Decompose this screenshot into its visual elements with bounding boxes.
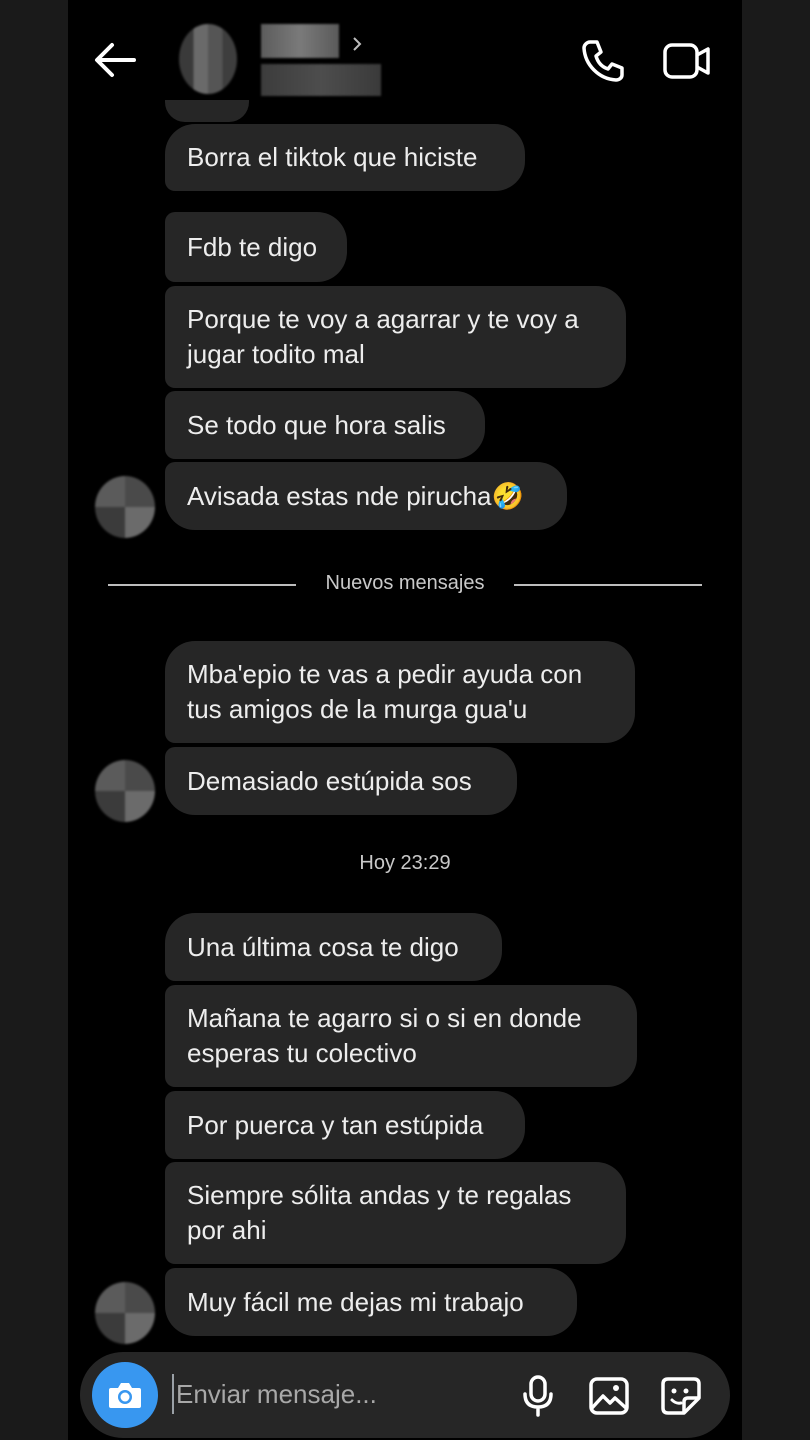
chat-screen: Borra el tiktok que hiciste Fdb te digo …	[68, 0, 742, 1440]
message-text: Avisada estas nde pirucha🤣	[187, 480, 524, 511]
sender-avatar[interactable]	[95, 1282, 155, 1344]
message-text: Porque te voy a agarrar y te voy a jugar…	[187, 304, 579, 369]
chevron-right-icon[interactable]	[351, 32, 365, 56]
message-bubble[interactable]: Por puerca y tan estúpida	[165, 1091, 525, 1159]
sender-avatar[interactable]	[95, 760, 155, 822]
sticker-icon	[661, 1377, 701, 1415]
message-text: Borra el tiktok que hiciste	[187, 142, 478, 172]
sticker-button[interactable]	[660, 1376, 702, 1416]
message-bubble[interactable]: Siempre sólita andas y te regalas por ah…	[165, 1162, 626, 1264]
microphone-icon	[523, 1375, 553, 1417]
message-text: Se todo que hora salis	[187, 409, 446, 440]
back-button[interactable]	[90, 38, 140, 82]
divider-line-right	[514, 584, 702, 586]
sender-avatar[interactable]	[95, 476, 155, 538]
microphone-button[interactable]	[520, 1374, 556, 1418]
message-text: Fdb te digo	[187, 231, 318, 262]
back-arrow-icon	[95, 43, 136, 77]
message-bubble[interactable]: Muy fácil me dejas mi trabajo	[165, 1268, 577, 1336]
message-input[interactable]	[172, 1374, 502, 1414]
message-bubble[interactable]: Una última cosa te digo	[165, 913, 502, 981]
message-text: Muy fácil me dejas mi trabajo	[187, 1286, 524, 1317]
message-bubble[interactable]: Avisada estas nde pirucha🤣	[165, 462, 567, 530]
video-camera-icon	[663, 43, 710, 79]
previous-message-stub	[165, 100, 249, 122]
message-text: Una última cosa te digo	[187, 931, 459, 962]
right-frame-band	[742, 0, 810, 1440]
message-bubble[interactable]: Porque te voy a agarrar y te voy a jugar…	[165, 286, 626, 388]
message-text: Mba'epio te vas a pedir ayuda con tus am…	[187, 659, 583, 724]
new-messages-divider: Nuevos mensajes	[325, 572, 485, 594]
message-text: Mañana te agarro si o si en donde espera…	[187, 1003, 582, 1068]
message-bubble[interactable]: Mba'epio te vas a pedir ayuda con tus am…	[165, 641, 635, 743]
video-call-button[interactable]	[662, 40, 712, 82]
phone-icon	[582, 40, 624, 82]
voice-call-button[interactable]	[580, 38, 626, 84]
gallery-button[interactable]	[588, 1376, 630, 1416]
message-bubble[interactable]: Demasiado estúpida sos	[165, 747, 517, 815]
contact-avatar[interactable]	[179, 24, 237, 94]
camera-button[interactable]	[92, 1362, 158, 1428]
contact-status-blurred	[261, 64, 381, 96]
message-bubble[interactable]: Se todo que hora salis	[165, 391, 485, 459]
left-frame-band	[0, 0, 68, 1440]
message-timestamp: Hoy 23:29	[359, 852, 451, 874]
message-text: Demasiado estúpida sos	[187, 765, 472, 796]
camera-icon	[109, 1383, 141, 1408]
divider-line-left	[108, 584, 296, 586]
message-text: Por puerca y tan estúpida	[187, 1109, 484, 1140]
contact-name-blurred[interactable]	[261, 24, 339, 58]
message-composer	[80, 1352, 730, 1438]
message-text: Siempre sólita andas y te regalas por ah…	[187, 1180, 572, 1245]
message-bubble[interactable]: Fdb te digo	[165, 212, 347, 282]
message-bubble[interactable]: Borra el tiktok que hiciste	[165, 124, 525, 191]
message-bubble[interactable]: Mañana te agarro si o si en donde espera…	[165, 985, 637, 1087]
image-icon	[589, 1377, 629, 1415]
